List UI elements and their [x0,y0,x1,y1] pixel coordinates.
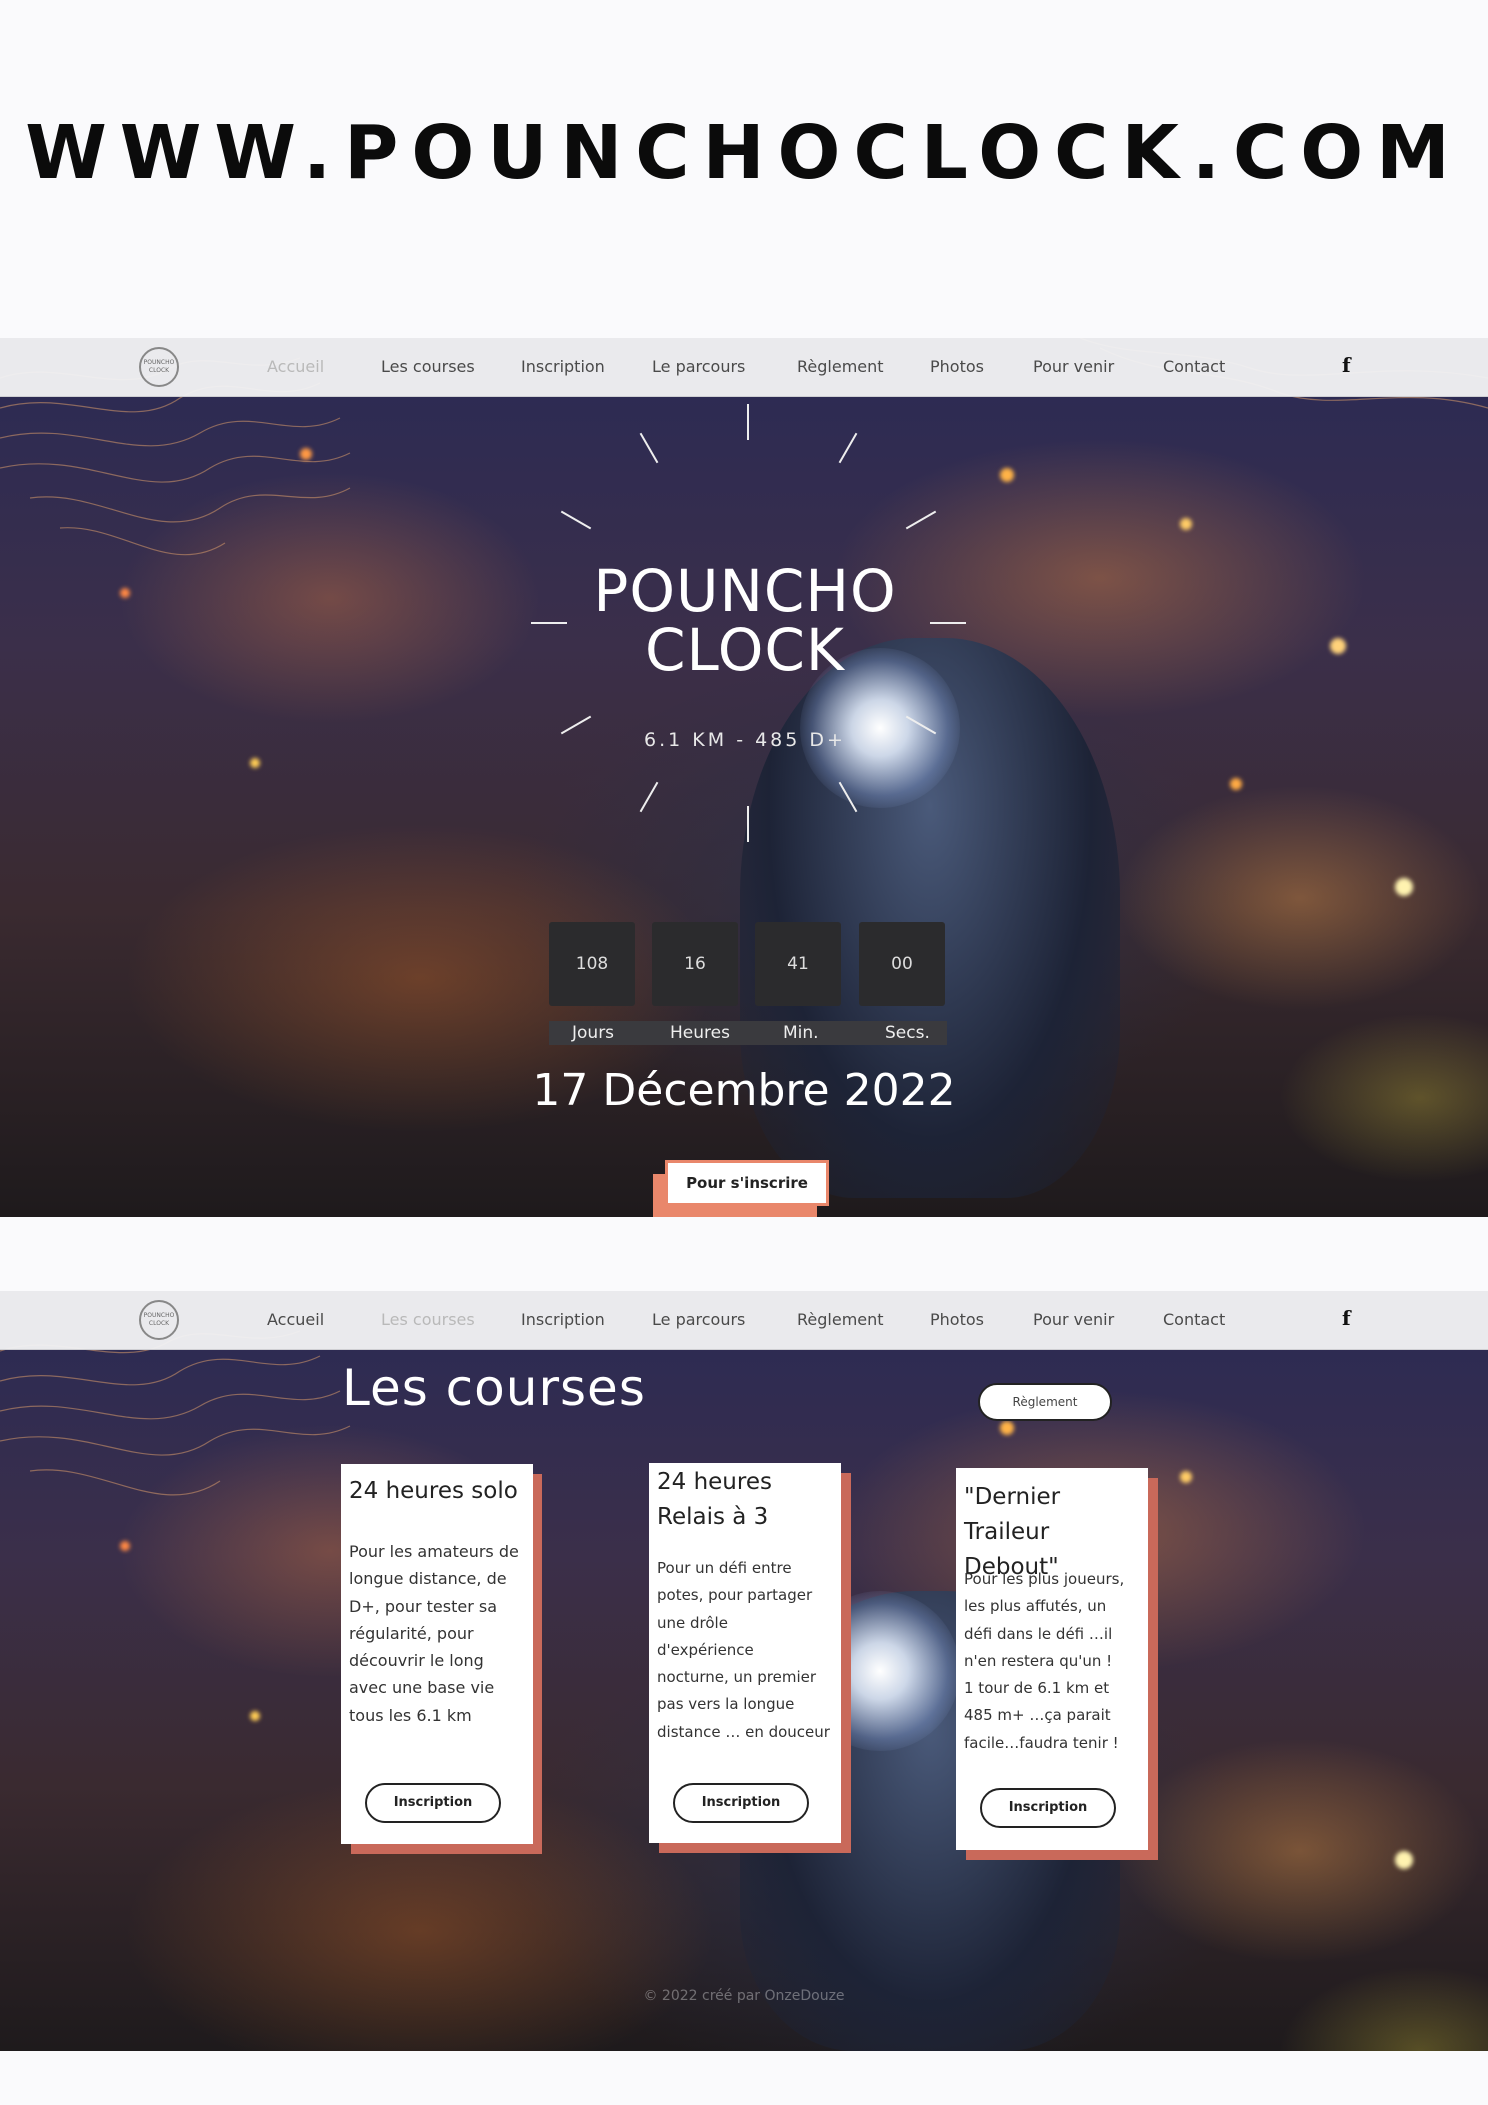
countdown-labels: Jours Heures Min. Secs. [549,1021,947,1045]
countdown-minutes: 41 [755,922,841,1006]
nav-les-courses[interactable]: Les courses [381,1310,475,1329]
nav-accueil[interactable]: Accueil [267,1310,324,1329]
nav-reglement[interactable]: Règlement [797,357,884,376]
nav-accueil[interactable]: Accueil [267,357,324,376]
countdown-label: Jours [572,1023,615,1043]
pouncho-logo[interactable]: POUNCHO CLOCK [139,347,179,387]
nav-inscription[interactable]: Inscription [521,1310,605,1329]
countdown-label: Min. [783,1023,819,1043]
countdown-label: Heures [670,1023,730,1043]
card-description: Pour les amateurs de longue distance, de… [349,1542,519,1725]
facebook-icon[interactable]: f [1342,1306,1351,1330]
nav-le-parcours[interactable]: Le parcours [652,357,745,376]
course-card-dernier-traileur: "Dernier Traileur Debout" Pour les plus … [956,1468,1148,1850]
nav-reglement[interactable]: Règlement [797,1310,884,1329]
reglement-button[interactable]: Règlement [978,1383,1112,1421]
card-inscription-button[interactable]: Inscription [980,1788,1116,1828]
card-description: Pour les plus joueurs, les plus affutés,… [964,1570,1125,1752]
clock-ray [747,404,749,440]
pouncho-logo[interactable]: POUNCHO CLOCK [139,1300,179,1340]
site-url-heading: WWW.POUNCHOCLOCK.COM [25,110,1463,196]
nav-photos[interactable]: Photos [930,1310,984,1329]
clock-ray [747,806,749,842]
countdown-seconds: 00 [859,922,945,1006]
facebook-icon[interactable]: f [1342,353,1351,377]
nav-contact[interactable]: Contact [1163,1310,1225,1329]
hero-subtitle: 6.1 KM - 485 D+ [644,729,846,751]
nav-contact[interactable]: Contact [1163,357,1225,376]
countdown-hours: 16 [652,922,738,1006]
nav-pour-venir[interactable]: Pour venir [1033,1310,1114,1329]
nav-inscription[interactable]: Inscription [521,357,605,376]
home-screenshot: POUNCHO CLOCK Accueil Les courses Inscri… [0,338,1488,1217]
main-nav: POUNCHO CLOCK Accueil Les courses Inscri… [0,1291,1488,1350]
countdown-label: Secs. [885,1023,930,1043]
courses-screenshot: POUNCHO CLOCK Accueil Les courses Inscri… [0,1291,1488,2051]
clock-ray [930,622,966,624]
card-inscription-button[interactable]: Inscription [365,1783,501,1823]
card-title: 24 heures solo [349,1478,518,1504]
card-description: Pour un défi entre potes, pour partager … [657,1559,830,1741]
hero-title-line2: CLOCK [645,616,845,684]
course-card-relais: 24 heures Relais à 3 Pour un défi entre … [649,1463,841,1843]
register-cta-button[interactable]: Pour s'inscrire [665,1160,829,1206]
nav-pour-venir[interactable]: Pour venir [1033,357,1114,376]
main-nav: POUNCHO CLOCK Accueil Les courses Inscri… [0,338,1488,397]
card-title: 24 heures Relais à 3 [657,1469,772,1530]
course-card-solo: 24 heures solo Pour les amateurs de long… [341,1464,533,1844]
nav-le-parcours[interactable]: Le parcours [652,1310,745,1329]
hero-title-line1: POUNCHO [593,557,897,625]
nav-photos[interactable]: Photos [930,357,984,376]
courses-title: Les courses [342,1359,646,1417]
footer-credit: © 2022 créé par OnzeDouze [643,1988,845,2004]
card-inscription-button[interactable]: Inscription [673,1783,809,1823]
event-date: 17 Décembre 2022 [532,1065,956,1116]
nav-les-courses[interactable]: Les courses [381,357,475,376]
countdown-days: 108 [549,922,635,1006]
